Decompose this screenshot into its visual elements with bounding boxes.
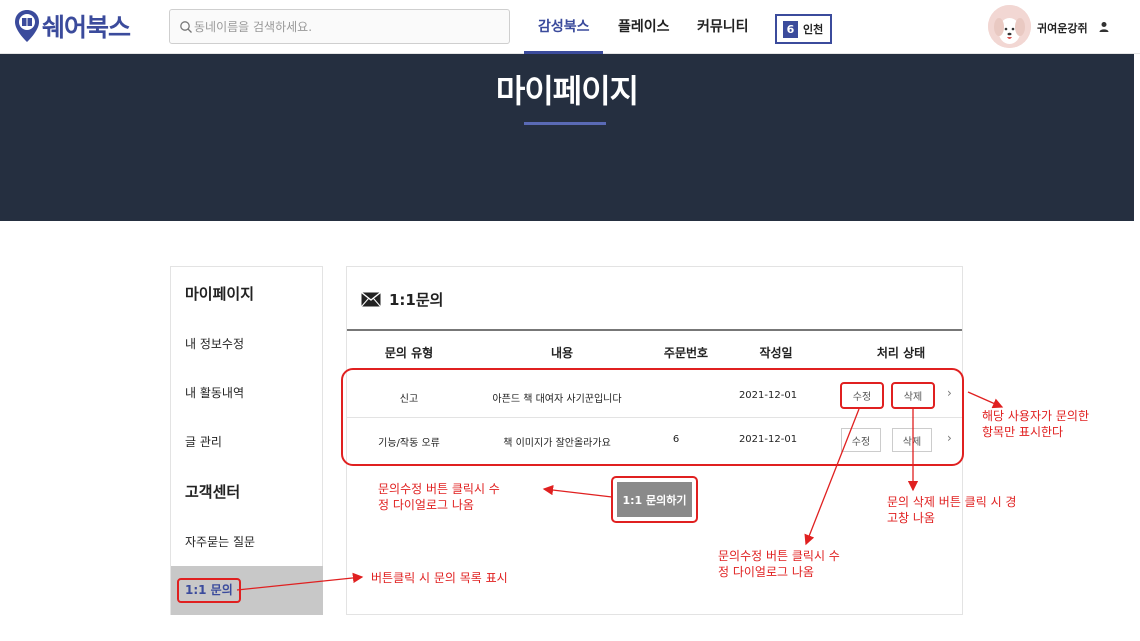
annotation-edit-note: 문의수정 버튼 클릭시 수 정 다이얼로그 나옴 bbox=[718, 548, 840, 580]
search-input[interactable] bbox=[194, 17, 494, 37]
annotation-line: 고창 나옴 bbox=[887, 511, 935, 525]
ask-inquiry-button[interactable]: 1:1 문의하기 bbox=[617, 482, 692, 517]
logo-text: 쉐어북스 bbox=[42, 13, 131, 42]
sidebar-item-activity[interactable]: 내 활동내역 bbox=[185, 384, 244, 401]
annotation-line: 문의 삭제 버튼 클릭 시 경 bbox=[887, 495, 1017, 509]
sidebar-item-faq[interactable]: 자주묻는 질문 bbox=[185, 533, 255, 550]
annotation-ask-note: 문의수정 버튼 클릭시 수 정 다이얼로그 나옴 bbox=[378, 481, 500, 513]
annotation-delete-note: 문의 삭제 버튼 클릭 시 경 고창 나옴 bbox=[887, 494, 1016, 526]
mail-icon bbox=[361, 292, 381, 307]
sidebar-item-posts[interactable]: 글 관리 bbox=[185, 433, 222, 450]
user-icon[interactable] bbox=[1098, 21, 1110, 33]
annotation-line: 항목만 표시한다 bbox=[982, 425, 1064, 439]
panel-title-text: 1:1문의 bbox=[389, 291, 444, 309]
sidebar-heading-mypage: 마이페이지 bbox=[185, 285, 255, 303]
column-header-status: 처리 상태 bbox=[876, 346, 926, 360]
table-header-line bbox=[347, 329, 962, 331]
username[interactable]: 귀여운강쥐 bbox=[1037, 20, 1088, 36]
top-header: 쉐어북스 감성북스 플레이스 커뮤니티 6 인천 귀여운강쥐 bbox=[0, 0, 1140, 54]
column-header-content: 내용 bbox=[550, 346, 574, 360]
region-name: 인천 bbox=[803, 23, 824, 36]
page-title: 마이페이지 bbox=[495, 72, 639, 110]
dog-avatar-icon bbox=[988, 5, 1031, 48]
region-selector[interactable]: 6 인천 bbox=[775, 14, 832, 44]
annotation-line: 정 다이얼로그 나옴 bbox=[378, 498, 474, 512]
nav-place[interactable]: 플레이스 bbox=[618, 16, 670, 36]
sidebar-item-inquiry[interactable]: 1:1 문의 bbox=[171, 566, 323, 615]
page-banner: 마이페이지 bbox=[0, 54, 1134, 221]
map-pin-book-icon bbox=[15, 10, 39, 42]
annotation-line: 문의수정 버튼 클릭시 수 bbox=[718, 549, 840, 563]
sidebar-item-inquiry-label: 1:1 문의 bbox=[177, 578, 241, 603]
logo[interactable]: 쉐어북스 bbox=[14, 8, 131, 44]
search-bar bbox=[169, 9, 510, 44]
sidebar: 마이페이지 내 정보수정 내 활동내역 글 관리 고객센터 자주묻는 질문 1:… bbox=[170, 266, 323, 615]
column-header-order-no: 주문번호 bbox=[663, 346, 709, 360]
search-icon bbox=[180, 21, 192, 33]
rows-highlight-outline bbox=[341, 368, 964, 466]
annotation-sidebar-note: 버튼클릭 시 문의 목록 표시 bbox=[371, 571, 508, 585]
annotation-line: 해당 사용자가 문의한 bbox=[982, 409, 1089, 423]
nav-community[interactable]: 커뮤니티 bbox=[697, 16, 749, 36]
title-underline bbox=[524, 122, 606, 125]
inquiry-panel: 1:1문의 문의 유형 내용 주문번호 작성일 처리 상태 신고 아픈드 책 대… bbox=[341, 266, 964, 615]
annotation-line: 정 다이얼로그 나옴 bbox=[718, 565, 814, 579]
annotation-rows-note: 해당 사용자가 문의한 항목만 표시한다 bbox=[982, 408, 1089, 440]
avatar[interactable] bbox=[988, 5, 1031, 48]
sidebar-item-profile-edit[interactable]: 내 정보수정 bbox=[185, 335, 244, 352]
region-number-badge: 6 bbox=[783, 20, 798, 38]
column-header-date: 작성일 bbox=[759, 346, 793, 360]
ask-button-highlight: 1:1 문의하기 bbox=[611, 476, 698, 523]
sidebar-heading-support: 고객센터 bbox=[185, 483, 241, 501]
panel-title: 1:1문의 bbox=[361, 289, 443, 310]
annotation-line: 문의수정 버튼 클릭시 수 bbox=[378, 482, 500, 496]
column-header-type: 문의 유형 bbox=[384, 346, 434, 360]
nav-emotional-books[interactable]: 감성북스 bbox=[538, 16, 590, 36]
